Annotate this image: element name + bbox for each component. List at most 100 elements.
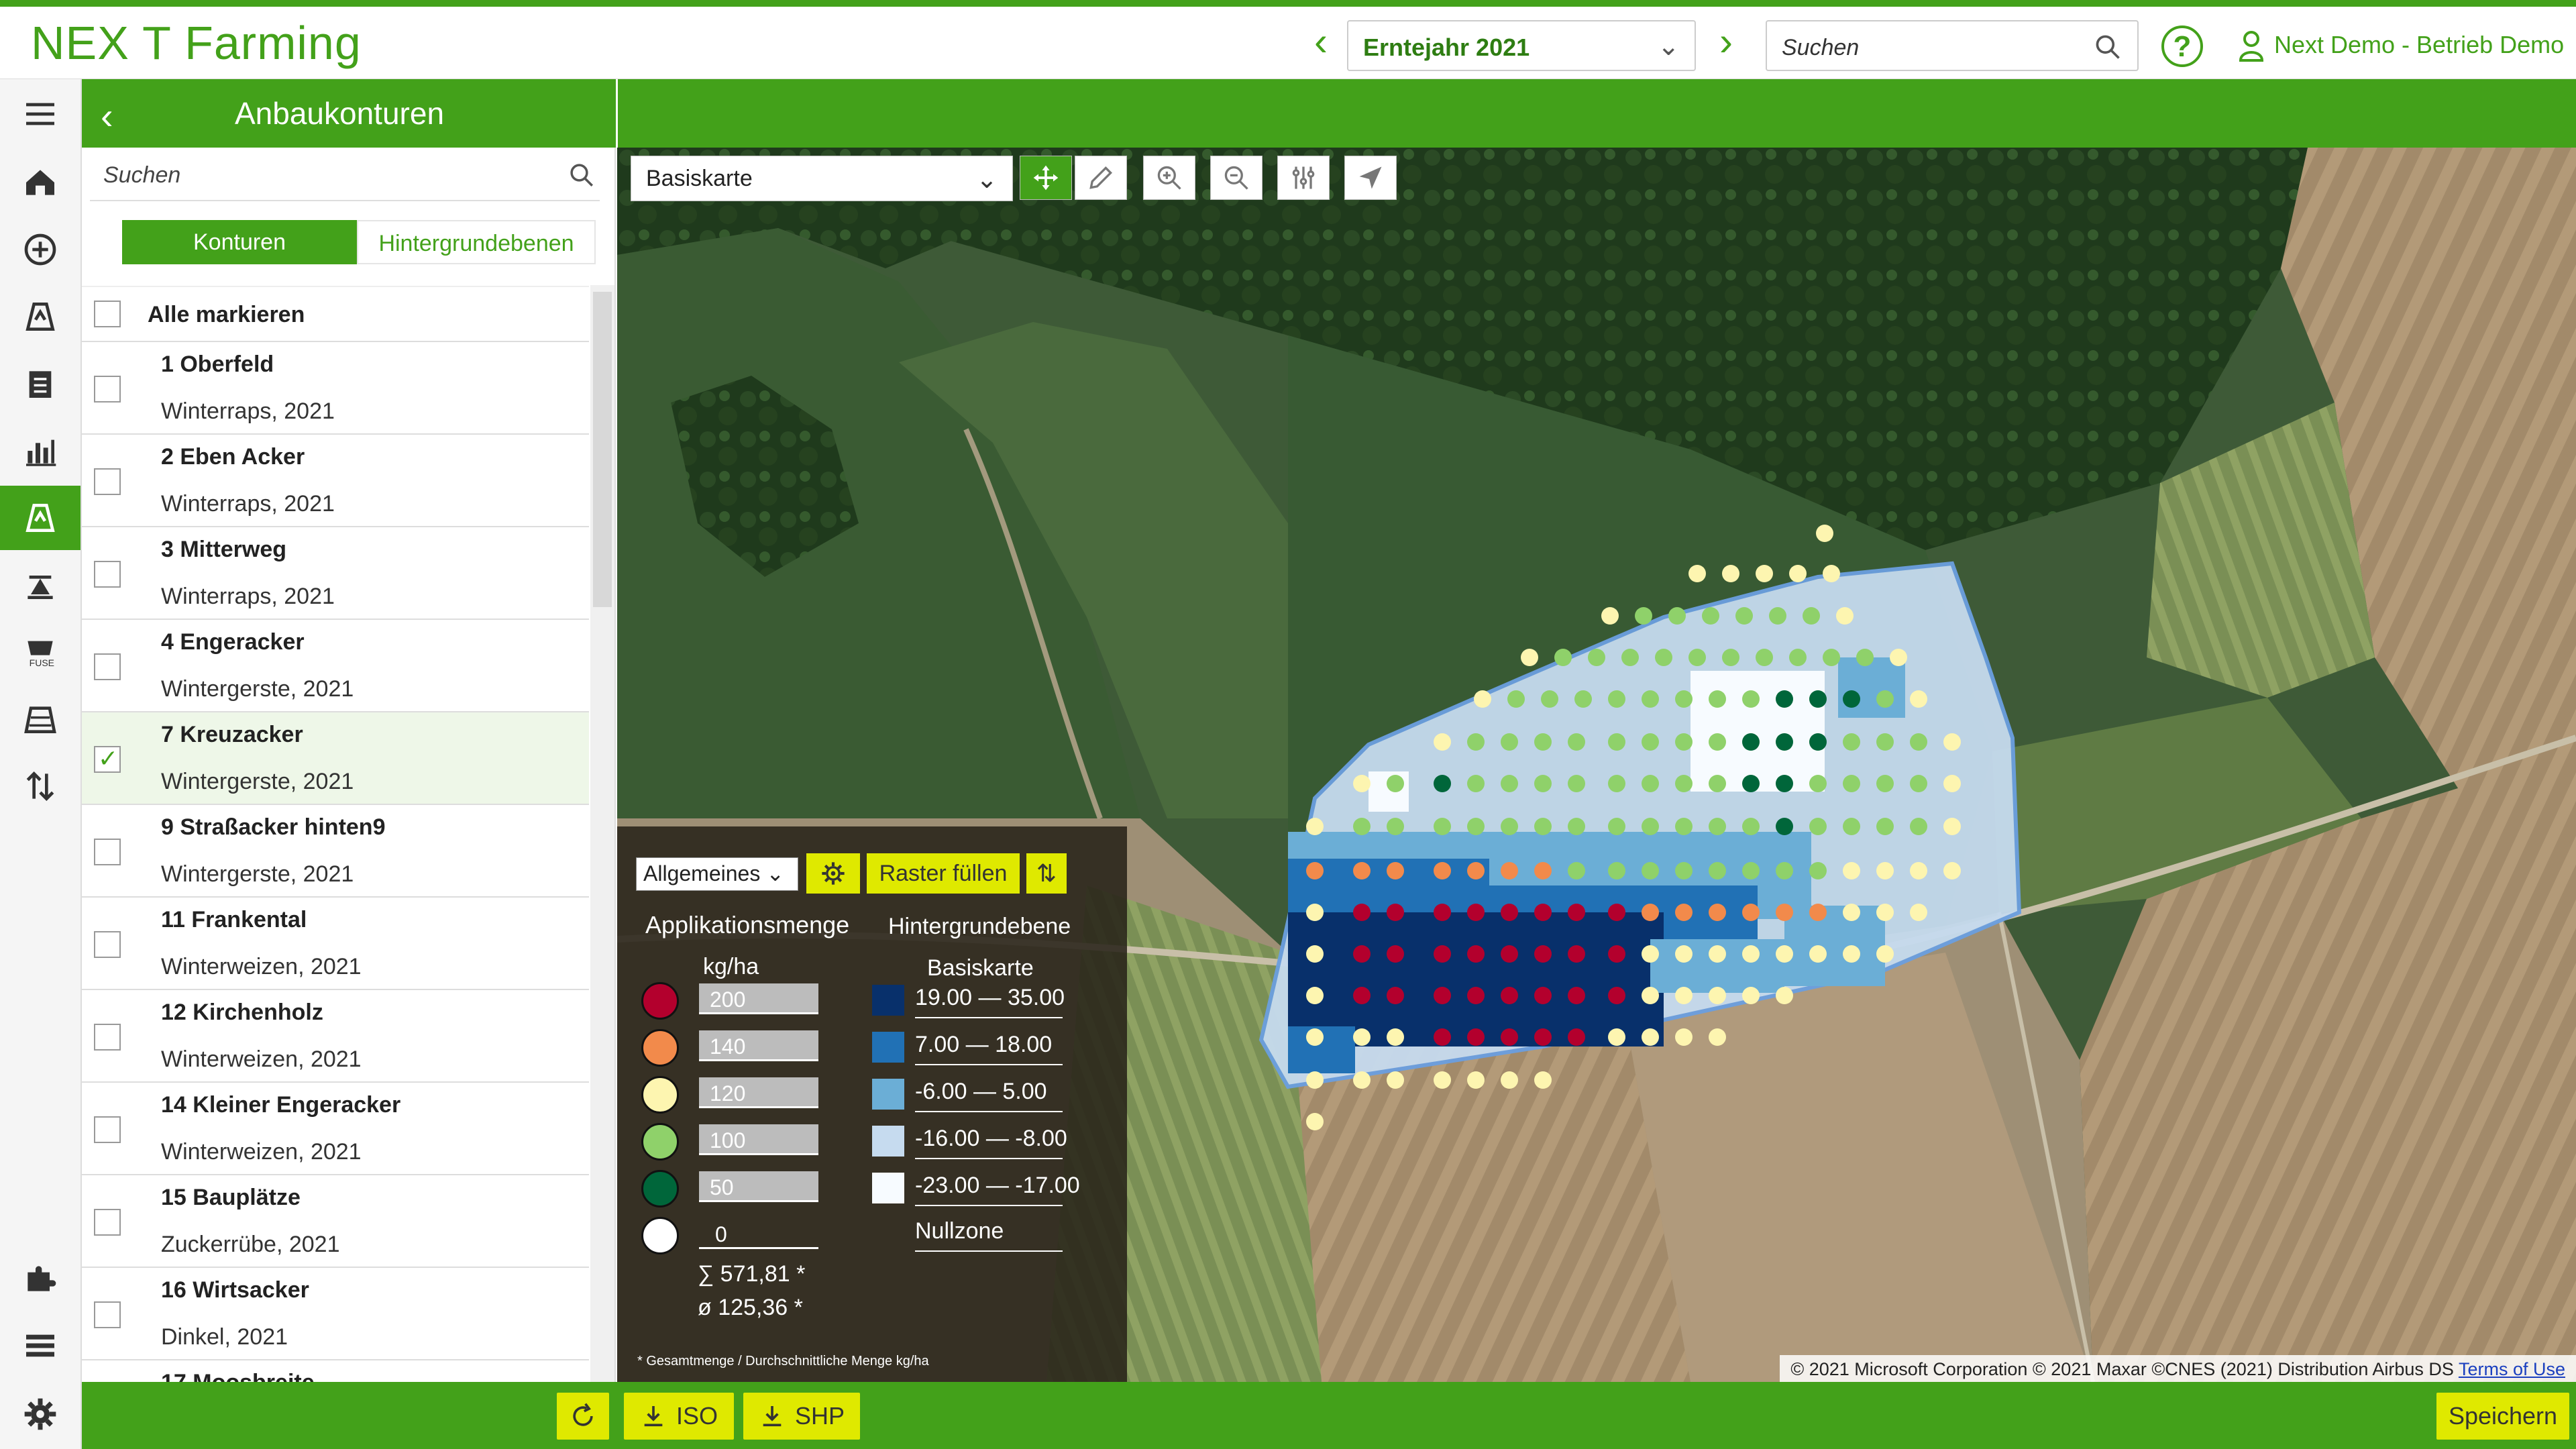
rate-point: [1353, 904, 1371, 921]
chevron-down-icon: ⌄: [1657, 32, 1680, 61]
list-settings-icon[interactable]: [0, 1313, 80, 1378]
global-search-input[interactable]: Suchen: [1766, 20, 2139, 71]
rate-input-120[interactable]: 120: [699, 1077, 818, 1108]
import-export-icon[interactable]: [0, 754, 80, 818]
legend-settings-button[interactable]: [806, 853, 860, 894]
rate-input-50[interactable]: 50: [699, 1171, 818, 1202]
rate-input-200[interactable]: 200: [699, 983, 818, 1014]
zoom-in-button[interactable]: [1143, 156, 1195, 200]
list-item[interactable]: 3 Mitterweg Winterraps, 2021: [82, 527, 589, 620]
sort-icon[interactable]: ⇅: [1026, 853, 1067, 894]
list-item-selected[interactable]: 7 Kreuzacker Wintergerste, 2021: [82, 712, 589, 805]
list-item-checkbox[interactable]: [94, 561, 121, 588]
list-item[interactable]: 14 Kleiner Engeracker Winterweizen, 2021: [82, 1083, 589, 1175]
rate-input-100[interactable]: 100: [699, 1124, 818, 1155]
rate-point: [1890, 649, 1907, 666]
field-map-icon[interactable]: [0, 284, 80, 349]
rate-swatch-0: [641, 1217, 679, 1254]
puzzle-icon[interactable]: [0, 1246, 80, 1311]
list-item[interactable]: 9 Straßacker hinten9 Wintergerste, 2021: [82, 805, 589, 898]
app-logo[interactable]: NEX T Farming: [31, 16, 362, 70]
sprayer-icon[interactable]: [0, 553, 80, 617]
rate-point: [1943, 818, 1961, 835]
tab-hintergrundebenen[interactable]: Hintergrundebenen: [357, 220, 596, 264]
rate-point: [1387, 775, 1404, 792]
fuse-icon[interactable]: FUSE: [0, 620, 80, 684]
range-label-5: -23.00 — -17.00: [915, 1173, 1080, 1206]
list-item-checkbox[interactable]: [94, 1301, 121, 1328]
list-item[interactable]: 1 Oberfeld Winterraps, 2021: [82, 342, 589, 435]
list-item[interactable]: 16 Wirtsacker Dinkel, 2021: [82, 1268, 589, 1360]
prev-year-button[interactable]: ‹: [1304, 21, 1338, 62]
rate-point: [1668, 607, 1686, 625]
export-iso-button[interactable]: ISO: [624, 1393, 734, 1440]
rate-point: [1809, 862, 1827, 879]
contour-search-input[interactable]: Suchen: [90, 148, 600, 201]
rate-point: [1776, 904, 1793, 921]
list-item-checkbox-checked[interactable]: [94, 745, 121, 773]
application-legend: Allgemeines ⌄ Raster füllen ⇅ Applikatio…: [617, 826, 1127, 1382]
refresh-button[interactable]: [557, 1393, 609, 1440]
list-item-checkbox[interactable]: [94, 1116, 121, 1143]
list-item-checkbox[interactable]: [94, 376, 121, 402]
list-scrollbar[interactable]: [590, 285, 614, 1382]
locate-button[interactable]: [1344, 156, 1397, 200]
list-item[interactable]: 2 Eben Acker Winterraps, 2021: [82, 435, 589, 527]
rate-point: [1501, 945, 1518, 963]
basemap-select[interactable]: Basiskarte ⌄: [631, 156, 1013, 201]
user-account-name[interactable]: Next Demo - Betrieb Demo: [2274, 31, 2564, 59]
list-item[interactable]: 11 Frankental Winterweizen, 2021: [82, 898, 589, 990]
pan-tool-button[interactable]: [1020, 156, 1072, 200]
list-item-checkbox[interactable]: [94, 1024, 121, 1051]
crop-contours-icon[interactable]: [0, 486, 80, 550]
list-item[interactable]: 17 Moosbreite: [82, 1360, 589, 1382]
list-item-crop: Wintergerste, 2021: [161, 676, 354, 702]
list-item[interactable]: 12 Kirchenholz Winterweizen, 2021: [82, 990, 589, 1083]
legend-category-select[interactable]: Allgemeines ⌄: [636, 857, 798, 891]
list-item-checkbox[interactable]: [94, 839, 121, 865]
logo-next: NEX T: [31, 17, 171, 69]
fill-raster-button[interactable]: Raster füllen: [867, 853, 1020, 894]
terms-of-use-link[interactable]: Terms of Use: [2459, 1359, 2565, 1379]
list-item-checkbox[interactable]: [94, 468, 121, 495]
list-scrollbar-thumb[interactable]: [593, 292, 612, 607]
draw-tool-button[interactable]: [1075, 156, 1127, 200]
harvest-year-select[interactable]: Erntejahr 2021 ⌄: [1347, 20, 1696, 71]
select-all-row[interactable]: Alle markieren: [82, 286, 589, 342]
rate-point: [1467, 733, 1485, 751]
list-item[interactable]: 4 Engeracker Wintergerste, 2021: [82, 620, 589, 712]
help-icon[interactable]: ?: [2161, 25, 2203, 67]
rate-point: [1742, 818, 1760, 835]
rate-point: [1789, 565, 1807, 582]
rate-point: [1856, 649, 1874, 666]
list-item-checkbox[interactable]: [94, 653, 121, 680]
attribution-text: © 2021 Microsoft Corporation © 2021 Maxa…: [1790, 1359, 2454, 1379]
menu-icon[interactable]: [0, 82, 80, 146]
list-item-checkbox[interactable]: [94, 931, 121, 958]
save-button[interactable]: Speichern: [2436, 1393, 2569, 1440]
bar-chart-icon[interactable]: [0, 419, 80, 483]
map-view[interactable]: Basiskarte ⌄ Allgemeines ⌄ Raster füllen…: [617, 148, 2576, 1382]
tab-konturen[interactable]: Konturen: [122, 220, 357, 264]
export-shp-button[interactable]: SHP: [743, 1393, 860, 1440]
zoom-out-button[interactable]: [1210, 156, 1263, 200]
layer-settings-button[interactable]: [1277, 156, 1330, 200]
clipboard-icon[interactable]: [0, 352, 80, 416]
rate-point: [1467, 945, 1485, 963]
range-label-1: 19.00 — 35.00: [915, 985, 1065, 1018]
storage-icon[interactable]: [0, 687, 80, 751]
rate-input-140[interactable]: 140: [699, 1030, 818, 1061]
user-icon[interactable]: [2238, 30, 2265, 62]
rate-point: [1769, 607, 1786, 625]
rate-point: [1541, 690, 1558, 708]
select-all-checkbox[interactable]: [94, 301, 121, 327]
list-item[interactable]: 15 Bauplätze Zuckerrübe, 2021: [82, 1175, 589, 1268]
add-circle-icon[interactable]: [0, 217, 80, 282]
home-icon[interactable]: [0, 150, 80, 215]
list-item-checkbox[interactable]: [94, 1209, 121, 1236]
gear-icon[interactable]: [0, 1382, 80, 1446]
panel-back-button[interactable]: ‹: [101, 94, 113, 138]
rate-point: [1809, 945, 1827, 963]
legend-footnote: * Gesamtmenge / Durchschnittliche Menge …: [637, 1354, 929, 1368]
next-year-button[interactable]: ›: [1709, 21, 1743, 62]
